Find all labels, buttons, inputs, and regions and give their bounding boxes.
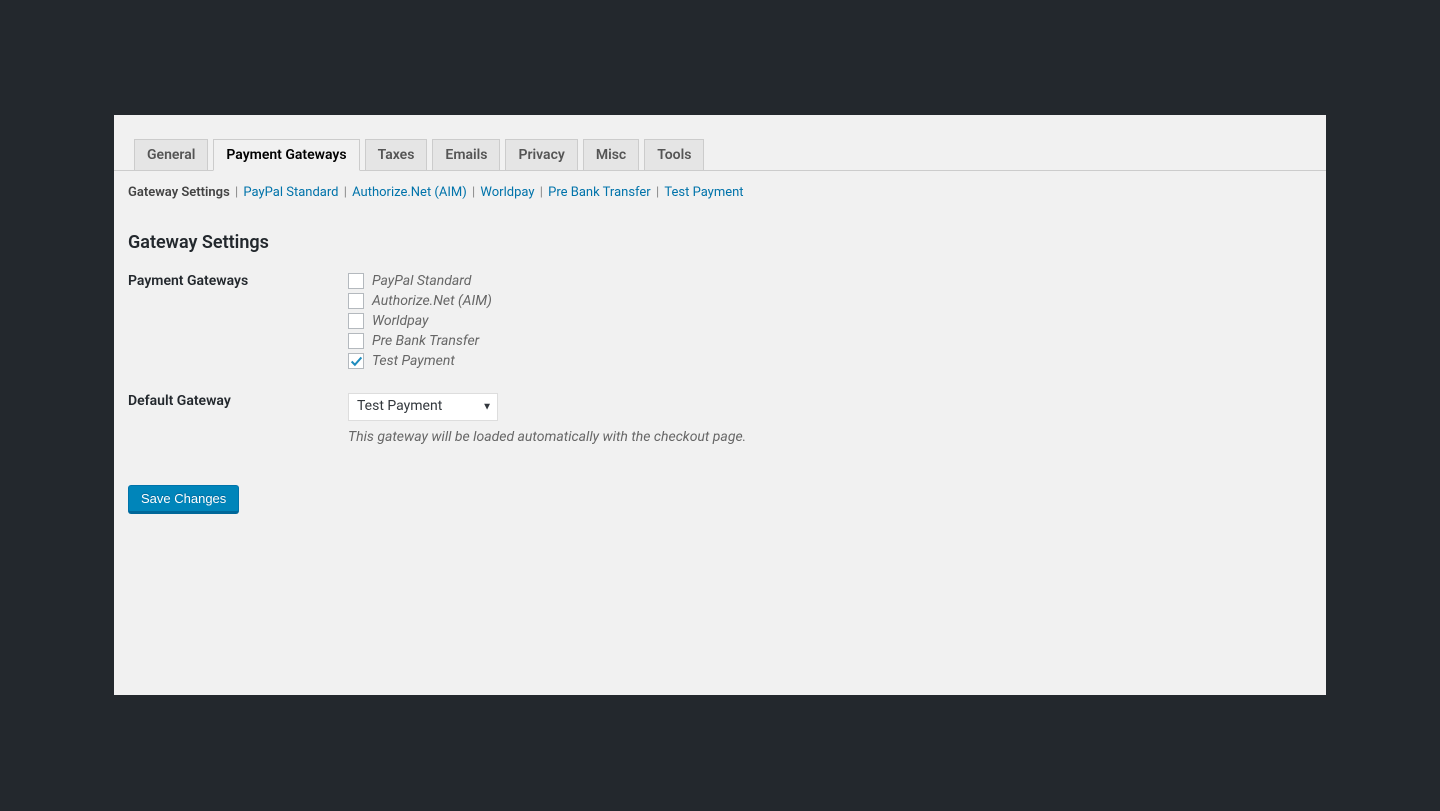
tab-taxes[interactable]: Taxes (365, 139, 428, 171)
nav-tabs: General Payment Gateways Taxes Emails Pr… (114, 115, 1326, 171)
tab-payment-gateways[interactable]: Payment Gateways (213, 139, 359, 171)
section-heading: Gateway Settings (128, 232, 1312, 253)
tab-misc[interactable]: Misc (583, 139, 639, 171)
separator: | (235, 185, 241, 200)
subnav-test-payment[interactable]: Test Payment (664, 185, 743, 200)
checkbox-paypal-standard[interactable] (348, 273, 364, 289)
checkbox-label: PayPal Standard (372, 273, 471, 289)
tab-privacy[interactable]: Privacy (505, 139, 577, 171)
subnav-worldpay[interactable]: Worldpay (480, 185, 534, 200)
default-gateway-field-label: Default Gateway (128, 393, 348, 409)
tab-emails[interactable]: Emails (432, 139, 500, 171)
subnav-gateway-settings[interactable]: Gateway Settings (128, 185, 230, 200)
checkbox-label: Authorize.Net (AIM) (372, 293, 492, 309)
separator: | (540, 185, 546, 200)
subnav: Gateway Settings | PayPal Standard | Aut… (128, 171, 1312, 200)
checkbox-label: Test Payment (372, 353, 455, 369)
separator: | (656, 185, 662, 200)
subnav-paypal-standard[interactable]: PayPal Standard (243, 185, 338, 200)
checkbox-worldpay[interactable] (348, 313, 364, 329)
checkbox-label: Pre Bank Transfer (372, 333, 479, 349)
tab-tools[interactable]: Tools (644, 139, 704, 171)
settings-panel: General Payment Gateways Taxes Emails Pr… (114, 115, 1326, 695)
gateways-field-label: Payment Gateways (128, 273, 348, 289)
form-table: Payment Gateways PayPal Standard Authori… (128, 273, 1312, 445)
default-gateway-select[interactable]: Test Payment ▼ (348, 393, 498, 421)
save-changes-button[interactable]: Save Changes (128, 485, 239, 513)
separator: | (472, 185, 478, 200)
separator: | (344, 185, 350, 200)
checkbox-pre-bank-transfer[interactable] (348, 333, 364, 349)
subnav-pre-bank-transfer[interactable]: Pre Bank Transfer (548, 185, 651, 200)
tab-general[interactable]: General (134, 139, 208, 171)
select-value: Test Payment (348, 393, 498, 421)
checkbox-authorize-net[interactable] (348, 293, 364, 309)
checkbox-label: Worldpay (372, 313, 428, 329)
subnav-authorize-net[interactable]: Authorize.Net (AIM) (352, 185, 467, 200)
checkbox-test-payment[interactable] (348, 353, 364, 369)
default-gateway-description: This gateway will be loaded automaticall… (348, 429, 1312, 445)
